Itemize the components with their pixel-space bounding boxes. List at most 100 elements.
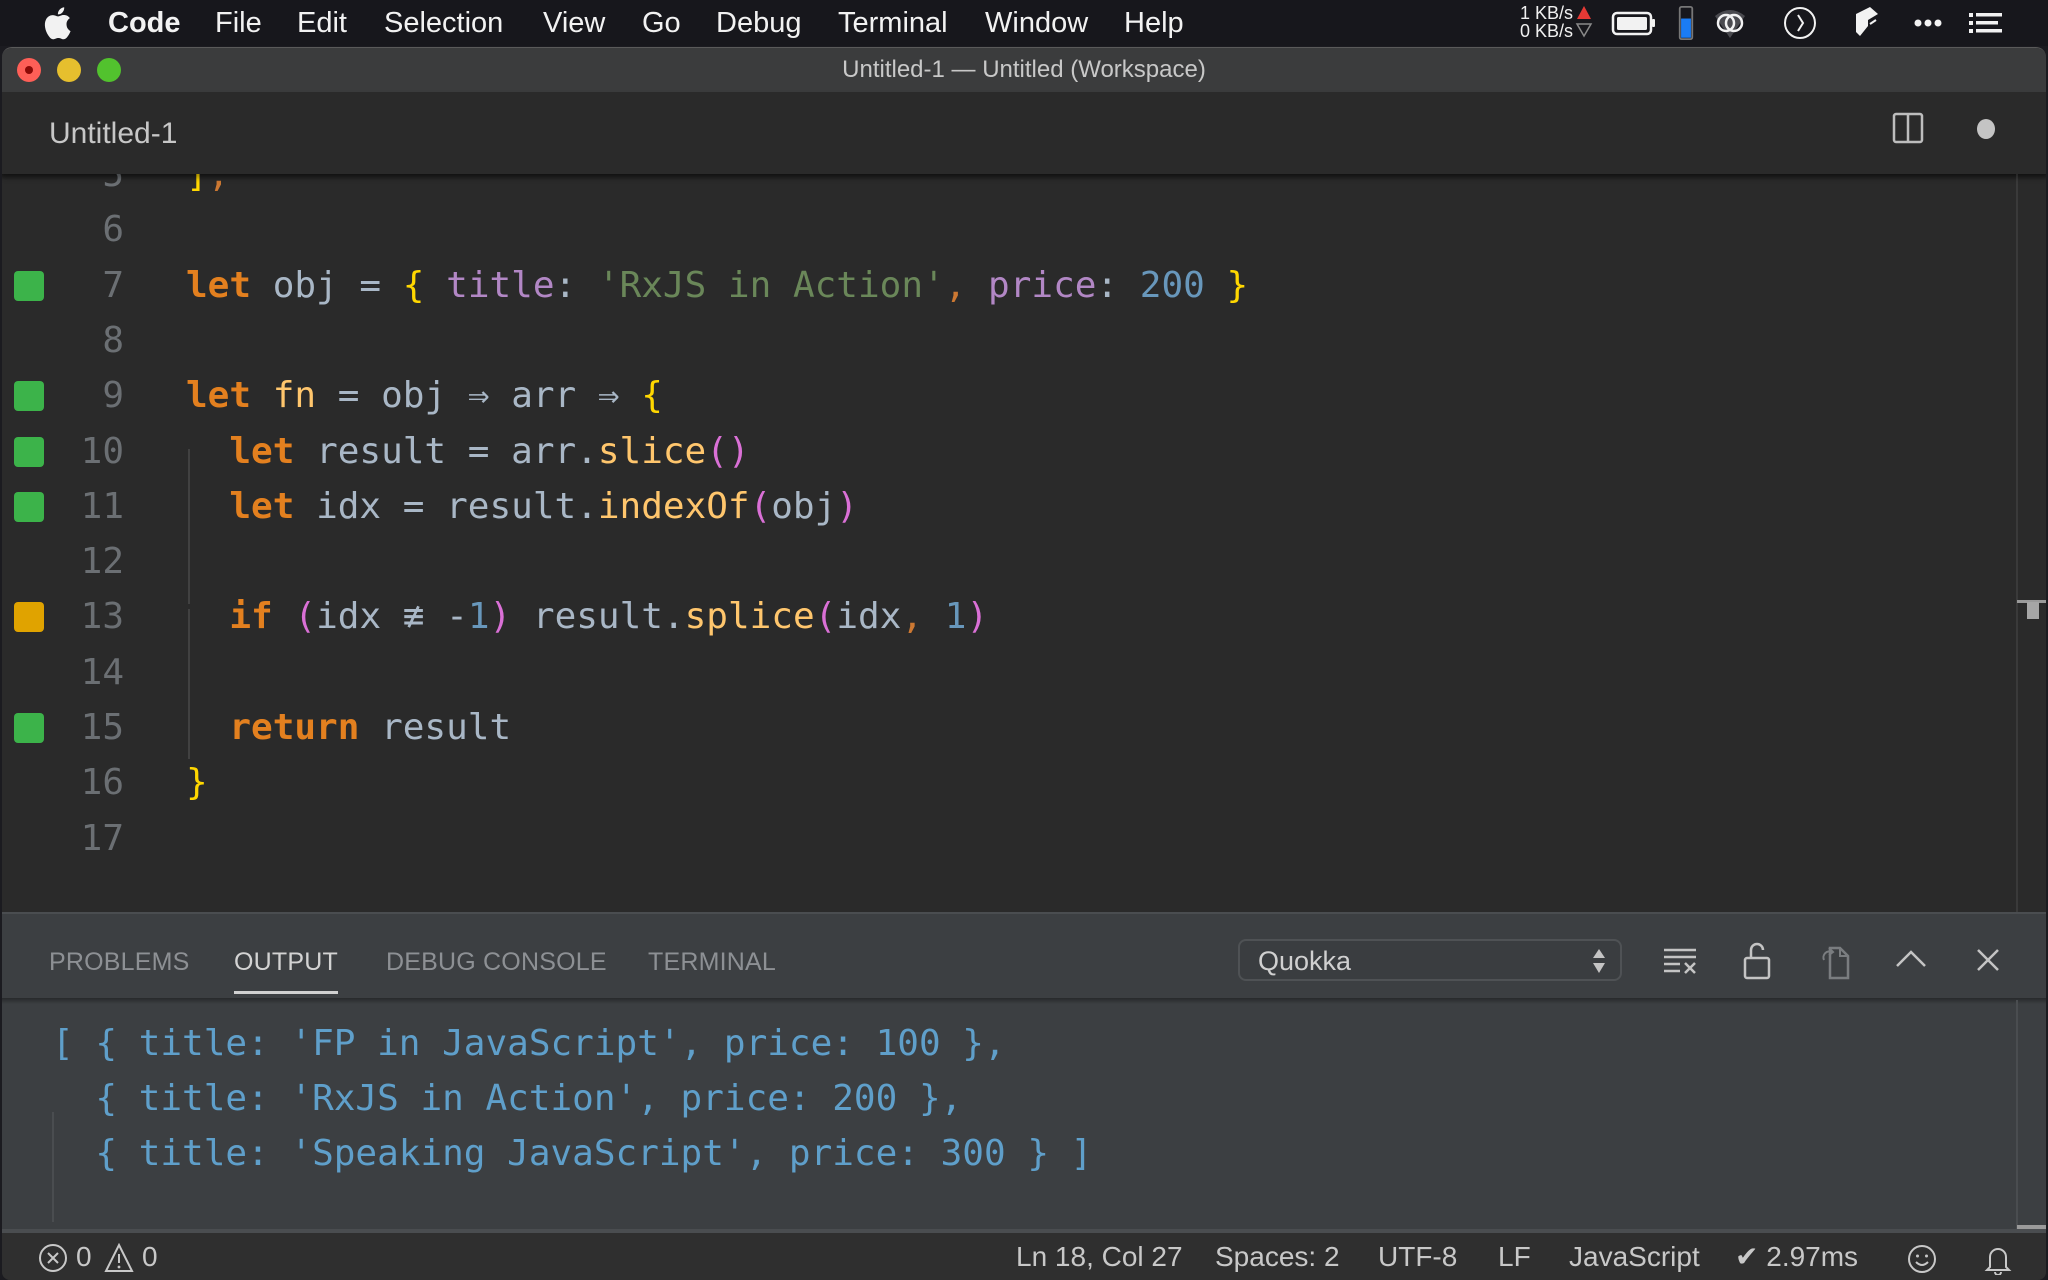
- line-number: 6: [102, 209, 124, 251]
- code-token: }: [186, 762, 208, 804]
- menu-edit[interactable]: Edit: [297, 6, 347, 40]
- code-token: result.: [511, 596, 685, 638]
- code-line[interactable]: 13 if (idx ≢ -1) result.splice(idx, 1): [2, 589, 2046, 644]
- download-arrow-icon: [1575, 23, 1593, 38]
- code-line[interactable]: 15 return result: [2, 700, 2046, 755]
- code-line[interactable]: 11 let idx = result.indexOf(obj): [2, 479, 2046, 534]
- memory-gauge-icon[interactable]: [1676, 6, 1696, 40]
- output-line: { title: 'RxJS in Action', price: 200 },: [52, 1078, 963, 1119]
- menu-app-name[interactable]: Code: [108, 6, 181, 40]
- menu-window[interactable]: Window: [985, 6, 1088, 40]
- code-token: idx: [836, 596, 902, 638]
- menu-file[interactable]: File: [215, 6, 262, 40]
- split-editor-icon[interactable]: [1892, 112, 1924, 144]
- code-token: obj: [771, 485, 837, 527]
- macos-menu-bar: Code File Edit Selection View Go Debug T…: [0, 0, 2048, 46]
- code-token: 'RxJS in Action': [597, 264, 945, 306]
- code-line[interactable]: 14: [2, 645, 2046, 700]
- clear-output-button[interactable]: [1658, 938, 1702, 982]
- panel-tab-terminal[interactable]: TERMINAL: [648, 944, 776, 980]
- panel-tab-problems[interactable]: PROBLEMS: [49, 944, 190, 980]
- output-channel-select[interactable]: Quokka: [1238, 939, 1622, 981]
- code-token: (): [706, 430, 750, 472]
- more-icon[interactable]: [1910, 6, 1946, 40]
- menu-debug[interactable]: Debug: [716, 6, 801, 40]
- output-line: [ { title: 'FP in JavaScript', price: 10…: [52, 1023, 1006, 1064]
- language-mode[interactable]: JavaScript: [1569, 1237, 1700, 1277]
- close-icon: [1977, 949, 1999, 971]
- menu-help[interactable]: Help: [1124, 6, 1184, 40]
- menu-terminal[interactable]: Terminal: [838, 6, 948, 40]
- battery-icon[interactable]: [1610, 6, 1658, 40]
- code-token: =: [337, 375, 360, 417]
- unsaved-changes-dot-icon[interactable]: [1977, 119, 1995, 139]
- code-token: ,: [944, 264, 967, 306]
- code-token: (: [294, 596, 317, 638]
- scroll-lock-button[interactable]: [1735, 938, 1779, 982]
- feedback-smiley-icon[interactable]: [1907, 1243, 1937, 1275]
- panel-tab-output[interactable]: OUTPUT: [234, 944, 338, 980]
- code-line[interactable]: 8: [2, 313, 2046, 368]
- encoding-setting[interactable]: UTF-8: [1378, 1237, 1457, 1277]
- line-number: 16: [80, 762, 124, 804]
- code-token: =: [402, 485, 425, 527]
- code-line[interactable]: 5],: [2, 174, 2046, 202]
- indentation-setting[interactable]: Spaces: 2: [1215, 1237, 1340, 1277]
- code-line[interactable]: 10 let result = arr.slice(): [2, 424, 2046, 479]
- output-channel-value: Quokka: [1258, 946, 1352, 976]
- code-line[interactable]: 6: [2, 202, 2046, 257]
- line-number: 7: [102, 264, 124, 306]
- output-view[interactable]: [ { title: 'FP in JavaScript', price: 10…: [2, 1000, 2046, 1230]
- net-download-speed: 0 KB/s: [1519, 21, 1573, 41]
- quokka-timing[interactable]: ✔ 2.97ms: [1735, 1237, 1858, 1277]
- network-speed-monitor[interactable]: 1 KB/s 0 KB/s: [1505, 4, 1573, 40]
- close-panel-button[interactable]: [1966, 938, 2010, 982]
- code-editor[interactable]: 5], 6 7 let obj = { title: 'RxJS in Action'…: [2, 174, 2046, 912]
- code-line[interactable]: 7 let obj = { title: 'RxJS in Action', pr…: [2, 258, 2046, 313]
- line-number: 8: [102, 319, 124, 361]
- maximize-panel-button[interactable]: [1889, 938, 1933, 982]
- code-line[interactable]: 9 let fn = obj ⇒ arr ⇒ {: [2, 368, 2046, 423]
- dropbox-icon[interactable]: [1852, 6, 1884, 40]
- code-token: let: [229, 430, 295, 472]
- menu-selection[interactable]: Selection: [384, 6, 503, 40]
- code-line[interactable]: 12: [2, 534, 2046, 589]
- bottom-panel: PROBLEMS OUTPUT DEBUG CONSOLE TERMINAL Q…: [2, 912, 2046, 1230]
- line-number: 15: [80, 707, 124, 748]
- vscode-window: Untitled-1 — Untitled (Workspace) Untitl…: [2, 47, 2046, 1280]
- clock-icon[interactable]: [1782, 6, 1818, 40]
- notifications-bell-icon[interactable]: [1984, 1243, 2012, 1275]
- code-token: arr.: [489, 430, 598, 472]
- code-line[interactable]: 17: [2, 811, 2046, 866]
- panel-tab-debug-console[interactable]: DEBUG CONSOLE: [386, 944, 607, 980]
- coverage-covered-marker-icon: [14, 436, 44, 467]
- warning-count[interactable]: 0: [142, 1237, 158, 1277]
- apple-logo-icon[interactable]: [42, 6, 72, 40]
- code-token: result: [294, 430, 468, 472]
- editor-tab-bar: Untitled-1: [2, 92, 2046, 174]
- code-token: ): [836, 485, 858, 527]
- eol-setting[interactable]: LF: [1498, 1237, 1531, 1277]
- code-token: {: [402, 264, 425, 306]
- creative-cloud-icon[interactable]: [1710, 6, 1750, 40]
- code-token: ≢: [402, 596, 425, 638]
- cursor-position[interactable]: Ln 18, Col 27: [1016, 1237, 1183, 1277]
- code-text: if (idx ≢ -1) result.splice(idx, 1): [186, 589, 988, 644]
- output-line: { title: 'Speaking JavaScript', price: 3…: [52, 1133, 1093, 1174]
- code-text: let obj = { title: 'RxJS in Action', pri…: [186, 258, 1248, 313]
- error-count[interactable]: 0: [76, 1237, 92, 1277]
- select-updown-icon: [1593, 949, 1605, 973]
- code-line[interactable]: 16}: [2, 755, 2046, 810]
- open-log-file-button[interactable]: [1812, 938, 1856, 982]
- code-token: let: [229, 485, 295, 527]
- menu-go[interactable]: Go: [642, 6, 681, 40]
- list-icon[interactable]: [1966, 6, 2006, 40]
- menu-view[interactable]: View: [543, 6, 605, 40]
- tab-untitled-1[interactable]: Untitled-1: [49, 114, 177, 154]
